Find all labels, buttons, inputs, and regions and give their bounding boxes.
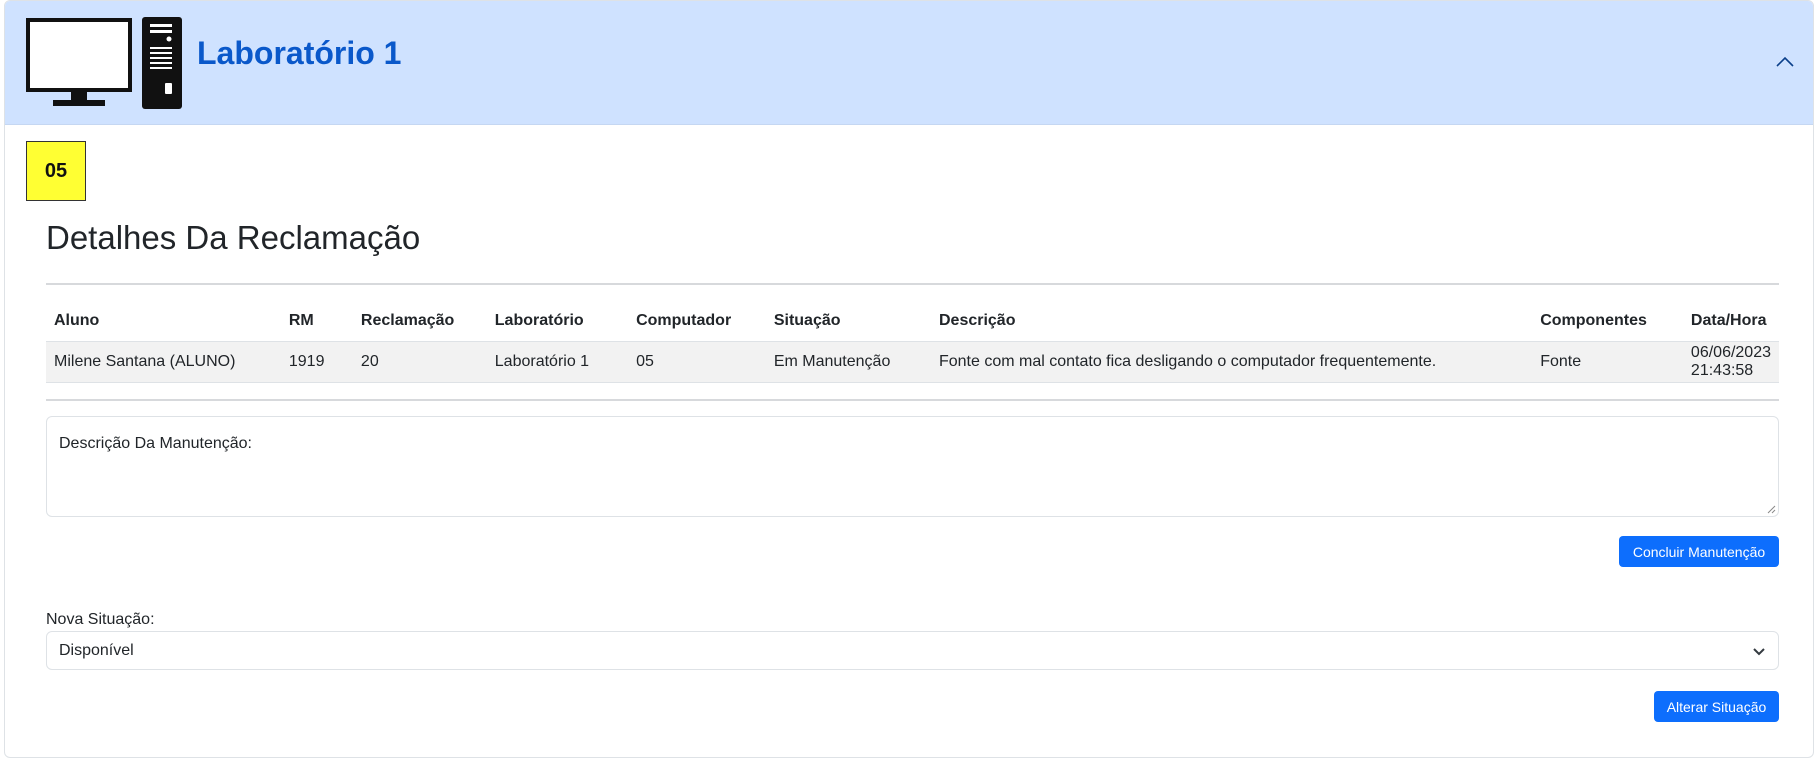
chevron-up-icon [1776, 56, 1794, 67]
lab-title: Laboratório 1 [197, 35, 402, 71]
table-cell: Laboratório 1 [486, 341, 629, 383]
table-header-row: Aluno RM Reclamação Laboratório Computad… [46, 301, 1779, 342]
column-header: Laboratório [486, 301, 629, 342]
table-cell: 06/06/2023 21:43:58 [1682, 341, 1779, 383]
resize-grip-icon[interactable] [1766, 504, 1776, 514]
details-title: Detalhes Da Reclamação [46, 219, 421, 256]
column-header: RM [280, 301, 353, 342]
maintenance-description-field-wrapper [46, 416, 1779, 517]
column-header: Data/Hora [1682, 301, 1779, 342]
new-status-label: Nova Situação: [46, 611, 155, 628]
column-header: Descrição [930, 301, 1533, 342]
change-status-button[interactable]: Alterar Situação [1654, 691, 1779, 722]
maintenance-description-field[interactable] [47, 417, 1778, 516]
desktop-computer-icon [26, 17, 182, 109]
table-row: Milene Santana (ALUNO) 1919 20 Laboratór… [46, 341, 1779, 383]
column-header: Computador [628, 301, 766, 342]
computer-number-badge: 05 [26, 141, 86, 201]
column-header: Reclamação [352, 301, 487, 342]
table-cell: Milene Santana (ALUNO) [46, 341, 281, 383]
chevron-down-icon [1753, 648, 1765, 656]
complete-maintenance-button[interactable]: Concluir Manutenção [1619, 536, 1779, 567]
table-cell: 1919 [280, 341, 353, 383]
table-cell: 20 [352, 341, 487, 383]
collapse-button[interactable] [1771, 48, 1799, 76]
complaint-table: Aluno RM Reclamação Laboratório Computad… [46, 301, 1779, 383]
table-cell: Fonte [1532, 341, 1683, 383]
lab-header[interactable]: Laboratório 1 [5, 1, 1813, 125]
lab-card: Laboratório 1 05 Detalhes Da Reclamação … [4, 0, 1814, 758]
new-status-selected-value: Disponível [59, 641, 134, 659]
new-status-select[interactable]: Disponível [46, 631, 1779, 670]
table-cell: Fonte com mal contato fica desligando o … [930, 341, 1533, 383]
column-header: Situação [765, 301, 931, 342]
divider-bottom [46, 399, 1779, 401]
table-cell: 05 [628, 341, 766, 383]
divider-top [46, 283, 1779, 285]
column-header: Componentes [1532, 301, 1683, 342]
column-header: Aluno [46, 301, 281, 342]
table-cell: Em Manutenção [765, 341, 931, 383]
